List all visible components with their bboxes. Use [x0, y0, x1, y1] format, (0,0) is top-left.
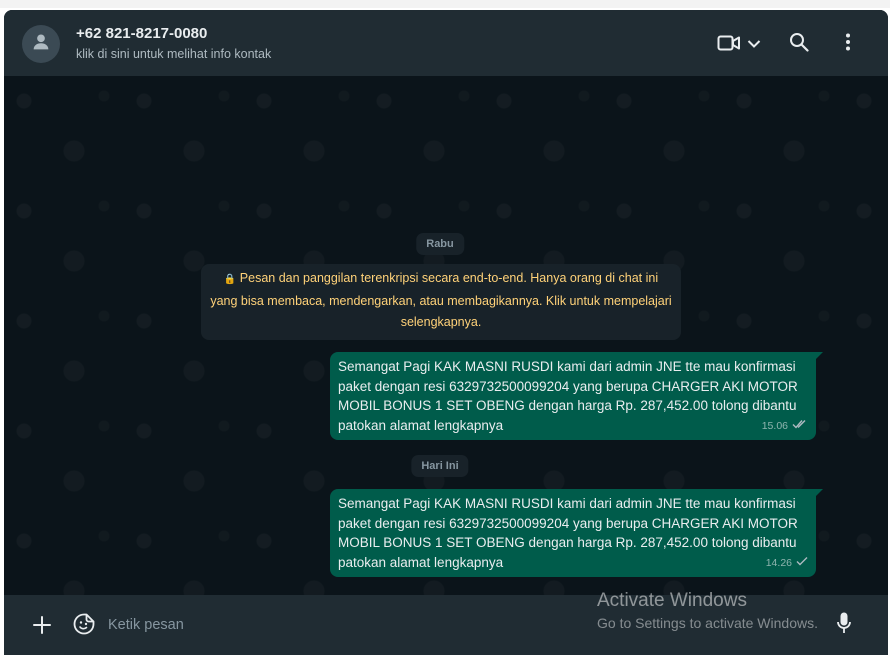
microphone-icon: [836, 612, 852, 639]
windows-activation-subtitle: Go to Settings to activate Windows.: [597, 615, 818, 631]
attach-button[interactable]: [30, 613, 54, 637]
emoji-sticker-button[interactable]: [72, 612, 96, 636]
message-text: Semangat Pagi KAK MASNI RUSDI kami dari …: [338, 359, 798, 433]
plus-icon: [30, 616, 54, 641]
message-meta: 15.06: [762, 417, 808, 437]
outgoing-message[interactable]: Semangat Pagi KAK MASNI RUSDI kami dari …: [330, 352, 823, 440]
browser-window: +62 821-8217-0080 klik di sini untuk mel…: [0, 0, 890, 655]
avatar[interactable]: [22, 25, 60, 63]
search-icon: [789, 32, 809, 57]
message-list[interactable]: Rabu 🔒 Pesan dan panggilan terenkripsi s…: [4, 76, 888, 595]
lock-icon: 🔒: [223, 274, 237, 285]
avatar-icon: [30, 31, 52, 58]
date-separator: Hari Ini: [411, 455, 469, 477]
search-button[interactable]: [786, 30, 812, 58]
menu-icon: [845, 32, 851, 57]
video-call-button[interactable]: [714, 32, 764, 58]
message-text: Semangat Pagi KAK MASNI RUSDI kami dari …: [338, 496, 798, 570]
single-check-icon: [796, 554, 808, 574]
chat-header[interactable]: +62 821-8217-0080 klik di sini untuk mel…: [4, 10, 888, 76]
video-call-icon: [717, 33, 741, 58]
message-meta: 14.26: [766, 554, 808, 574]
sticker-emoji-icon: [72, 613, 96, 640]
windows-activation-title: Activate Windows: [597, 590, 747, 611]
double-check-icon: [792, 417, 808, 437]
contact-name[interactable]: +62 821-8217-0080: [76, 25, 207, 42]
encryption-notice-text: Pesan dan panggilan terenkripsi secara e…: [210, 271, 672, 329]
message-time: 14.26: [765, 556, 792, 569]
encryption-notice[interactable]: 🔒 Pesan dan panggilan terenkripsi secara…: [201, 264, 681, 340]
browser-top-strip: [0, 0, 890, 8]
whatsapp-chat-window: +62 821-8217-0080 klik di sini untuk mel…: [4, 10, 888, 655]
outgoing-message[interactable]: Semangat Pagi KAK MASNI RUSDI kami dari …: [330, 489, 823, 577]
contact-info-hint[interactable]: klik di sini untuk melihat info kontak: [76, 47, 271, 61]
voice-message-button[interactable]: [836, 611, 858, 637]
chevron-down-icon: [747, 36, 761, 54]
menu-button[interactable]: [836, 30, 860, 58]
date-separator: Rabu: [416, 233, 464, 255]
message-time: 15.06: [761, 419, 788, 432]
